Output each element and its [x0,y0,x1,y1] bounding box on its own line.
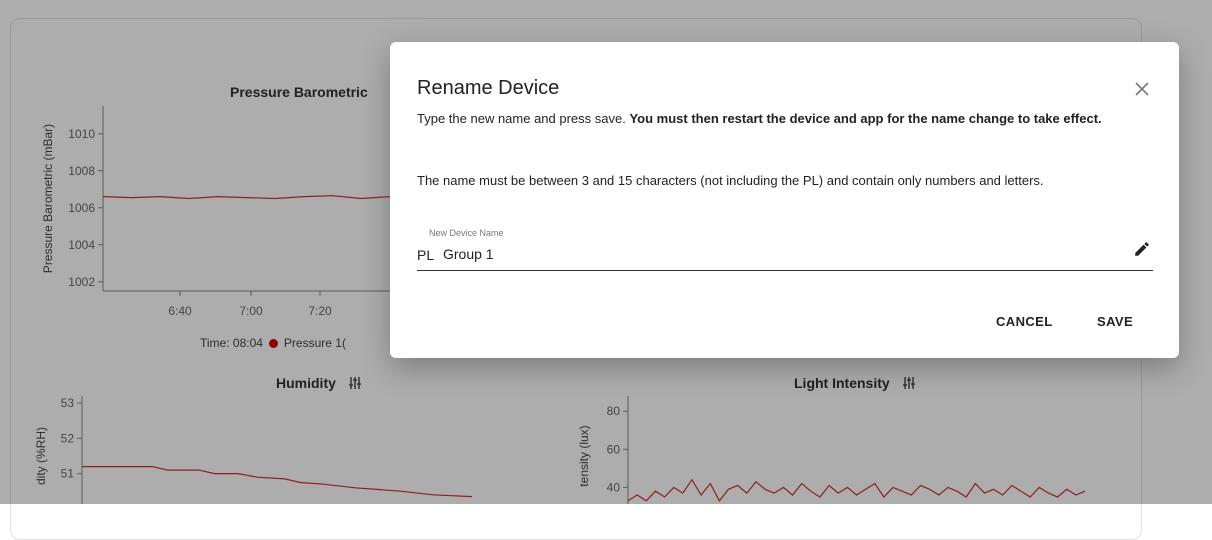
device-name-input[interactable] [443,242,1123,266]
save-button[interactable]: SAVE [1089,308,1141,335]
cancel-button[interactable]: CANCEL [988,308,1061,335]
dialog-rules: The name must be between 3 and 15 charac… [417,173,1044,188]
instruction-bold: You must then restart the device and app… [629,111,1102,126]
rename-device-dialog: Rename Device Type the new name and pres… [390,42,1179,358]
pencil-icon[interactable] [1133,240,1151,258]
dialog-title: Rename Device [417,77,560,99]
field-label: New Device Name [429,228,504,238]
field-prefix: PL [417,247,435,263]
instruction-plain: Type the new name and press save. [417,111,630,126]
close-icon[interactable] [1131,78,1153,100]
dialog-instruction: Type the new name and press save. You mu… [417,108,1157,130]
device-name-field: New Device Name PL [417,226,1153,271]
